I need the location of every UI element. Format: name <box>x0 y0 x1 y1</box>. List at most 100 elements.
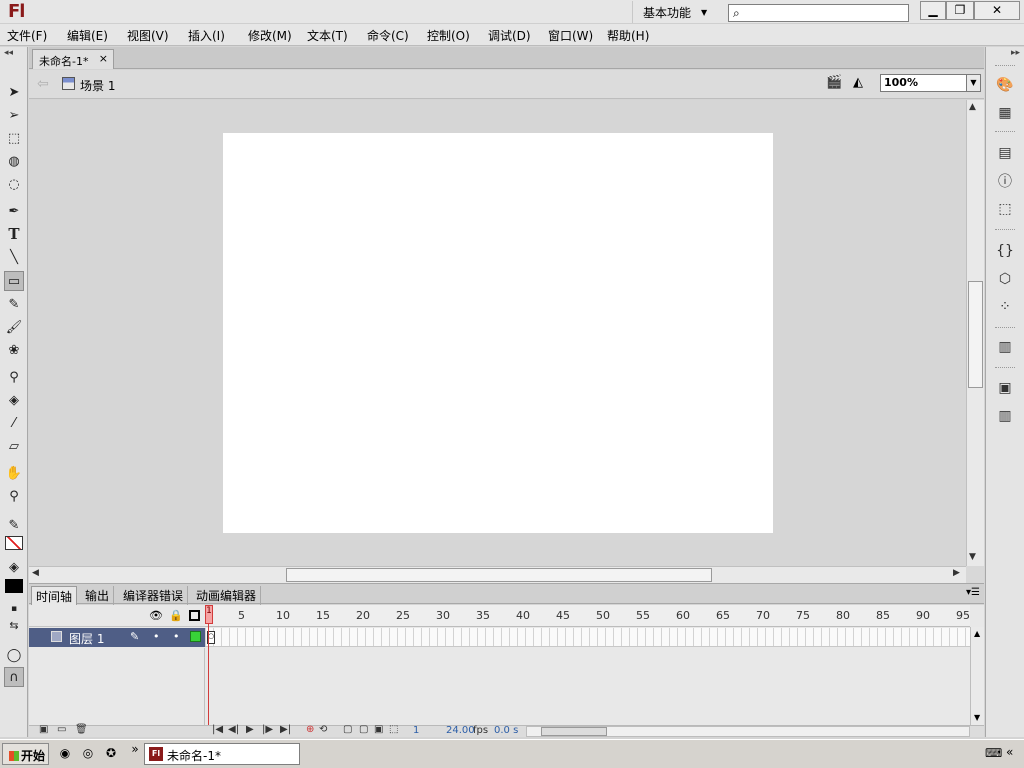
outline-icon[interactable] <box>189 610 200 621</box>
menu-text[interactable]: 文本(T) <box>307 27 348 44</box>
timeline-horizontal-scrollbar[interactable] <box>526 726 970 737</box>
paint-bucket-tool-icon[interactable]: ◈ <box>4 390 24 410</box>
eyedropper-tool-icon[interactable]: ⁄ <box>4 413 24 433</box>
onion-markers-icon[interactable]: ⬚ <box>389 724 398 735</box>
brush-tool-icon[interactable]: 🖌 <box>4 317 24 337</box>
pasteboard[interactable] <box>29 100 966 566</box>
menu-help[interactable]: 帮助(H) <box>607 27 649 44</box>
tray-icon[interactable]: ⌨ <box>985 746 1002 760</box>
new-folder-icon[interactable]: ▭ <box>57 724 66 735</box>
menu-debug[interactable]: 调试(D) <box>488 27 531 44</box>
tab-motion-editor[interactable]: 动画编辑器 <box>192 586 262 605</box>
fill-color-icon[interactable]: ◈ <box>4 557 24 577</box>
panel-grip[interactable] <box>995 131 1015 134</box>
fill-color-swatch[interactable] <box>5 579 23 593</box>
scroll-left-icon[interactable]: ◀ <box>32 568 39 578</box>
scroll-down-icon[interactable]: ▼ <box>974 713 980 722</box>
tab-compiler-errors[interactable]: 编译器错误 <box>119 586 189 605</box>
close-button[interactable]: ✕ <box>974 1 1020 20</box>
back-arrow-icon[interactable]: ⇦ <box>37 76 49 92</box>
frame-grid[interactable] <box>205 628 970 647</box>
scroll-thumb[interactable] <box>541 727 607 736</box>
line-tool-icon[interactable]: ╲ <box>4 247 24 267</box>
3d-rotation-tool-icon[interactable]: ◍ <box>4 151 24 171</box>
library-icon[interactable]: ▣ <box>995 378 1015 398</box>
last-frame-icon[interactable]: ▶| <box>280 724 291 735</box>
common-libraries-icon[interactable]: ▥ <box>995 406 1015 426</box>
media-player-icon[interactable]: ◉ <box>57 746 73 762</box>
subselection-tool-icon[interactable]: ➢ <box>4 105 24 125</box>
edit-scene-icon[interactable]: 🎬 <box>826 75 846 95</box>
eye-icon[interactable]: 👁 <box>149 609 163 622</box>
rectangle-tool-icon[interactable]: ▭ <box>4 271 24 291</box>
app-icon[interactable]: ✪ <box>103 746 119 762</box>
menu-commands[interactable]: 命令(C) <box>367 27 409 44</box>
code-snippets-icon[interactable]: {} <box>995 241 1015 261</box>
collapse-icon[interactable]: ◂◂ <box>4 48 13 58</box>
tab-output[interactable]: 输出 <box>81 586 115 605</box>
lock-dot[interactable]: • <box>173 630 180 643</box>
layer-row[interactable]: 图层 1 ✎ • • <box>29 628 205 647</box>
tray-expand[interactable]: « <box>1006 745 1013 759</box>
menu-window[interactable]: 窗口(W) <box>548 27 593 44</box>
tab-timeline[interactable]: 时间轴 <box>31 586 78 605</box>
delete-icon[interactable]: 🗑 <box>75 724 88 735</box>
snap-to-objects-icon[interactable]: ∩ <box>4 667 24 687</box>
playhead[interactable]: 1 <box>205 605 213 624</box>
taskbar-window-flash[interactable]: Fl 未命名-1* <box>144 743 300 765</box>
scroll-thumb[interactable] <box>968 281 983 388</box>
document-tab[interactable]: 未命名-1* × <box>32 49 114 69</box>
align-icon[interactable]: ▤ <box>995 143 1015 163</box>
restore-button[interactable]: ❐ <box>946 1 974 20</box>
stroke-color-swatch[interactable] <box>5 536 23 550</box>
text-tool-icon[interactable]: T <box>4 224 24 244</box>
color-icon[interactable]: 🎨 <box>995 75 1015 95</box>
eraser-tool-icon[interactable]: ▱ <box>4 436 24 456</box>
layer-name[interactable]: 图层 1 <box>69 630 104 647</box>
lock-icon[interactable]: 🔒 <box>169 609 183 622</box>
visibility-dot[interactable]: • <box>153 630 160 643</box>
transform-icon[interactable]: ⬚ <box>995 199 1015 219</box>
onion-skin-icon[interactable]: ▢ <box>343 724 352 735</box>
components-icon[interactable]: ⬡ <box>995 269 1015 289</box>
motion-presets-icon[interactable]: ⁘ <box>995 297 1015 317</box>
menu-insert[interactable]: 插入(I) <box>188 27 225 44</box>
help-search-input[interactable]: ⌕ <box>728 4 909 22</box>
bone-tool-icon[interactable]: ⚲ <box>4 367 24 387</box>
scroll-thumb[interactable] <box>286 568 712 582</box>
timeline-vertical-scrollbar[interactable]: ▲ ▼ <box>970 627 984 725</box>
pen-tool-icon[interactable]: ✒ <box>4 201 24 221</box>
menu-view[interactable]: 视图(V) <box>127 27 169 44</box>
layer-outline-color[interactable] <box>190 631 201 642</box>
project-icon[interactable]: ▥ <box>995 337 1015 357</box>
panel-grip[interactable] <box>995 327 1015 330</box>
edit-symbol-icon[interactable]: ◭ <box>853 75 873 95</box>
vertical-scrollbar[interactable]: ▲ ▼ <box>966 100 984 566</box>
scroll-down-icon[interactable]: ▼ <box>969 552 976 562</box>
workspace-switcher[interactable]: 基本功能 ▼ <box>632 1 712 23</box>
first-frame-icon[interactable]: |◀ <box>212 724 223 735</box>
zoom-tool-icon[interactable]: ⚲ <box>4 486 24 506</box>
scene-breadcrumb[interactable]: 场景 1 <box>80 77 115 94</box>
frame-ruler[interactable]: 5 10 15 20 25 30 35 40 45 50 55 60 65 70… <box>205 605 970 627</box>
menu-modify[interactable]: 修改(M) <box>248 27 292 44</box>
hand-tool-icon[interactable]: ✋ <box>4 463 24 483</box>
step-forward-icon[interactable]: |▶ <box>262 724 273 735</box>
loop-icon[interactable]: ⟲ <box>319 724 327 735</box>
panel-menu-icon[interactable]: ▾☰ <box>966 587 980 598</box>
chevron-down-icon[interactable]: ▼ <box>966 74 981 92</box>
close-icon[interactable]: × <box>99 52 108 65</box>
scroll-right-icon[interactable]: ▶ <box>953 568 960 578</box>
new-layer-icon[interactable]: ▣ <box>39 724 48 735</box>
minimize-button[interactable]: ▁ <box>920 1 946 20</box>
scroll-up-icon[interactable]: ▲ <box>969 102 976 112</box>
info-icon[interactable]: ⓘ <box>995 171 1015 191</box>
swap-colors-icon[interactable]: ⇆ <box>4 615 24 635</box>
browser-icon[interactable]: ◎ <box>80 746 96 762</box>
onion-skin-outlines-icon[interactable]: ▢ <box>359 724 368 735</box>
stage-canvas[interactable] <box>223 133 773 533</box>
expand-icon[interactable]: ▸▸ <box>1011 48 1020 58</box>
quicklaunch-more[interactable]: » <box>127 742 143 758</box>
selection-tool-icon[interactable]: ➤ <box>4 82 24 102</box>
object-drawing-icon[interactable]: ◯ <box>4 645 24 665</box>
